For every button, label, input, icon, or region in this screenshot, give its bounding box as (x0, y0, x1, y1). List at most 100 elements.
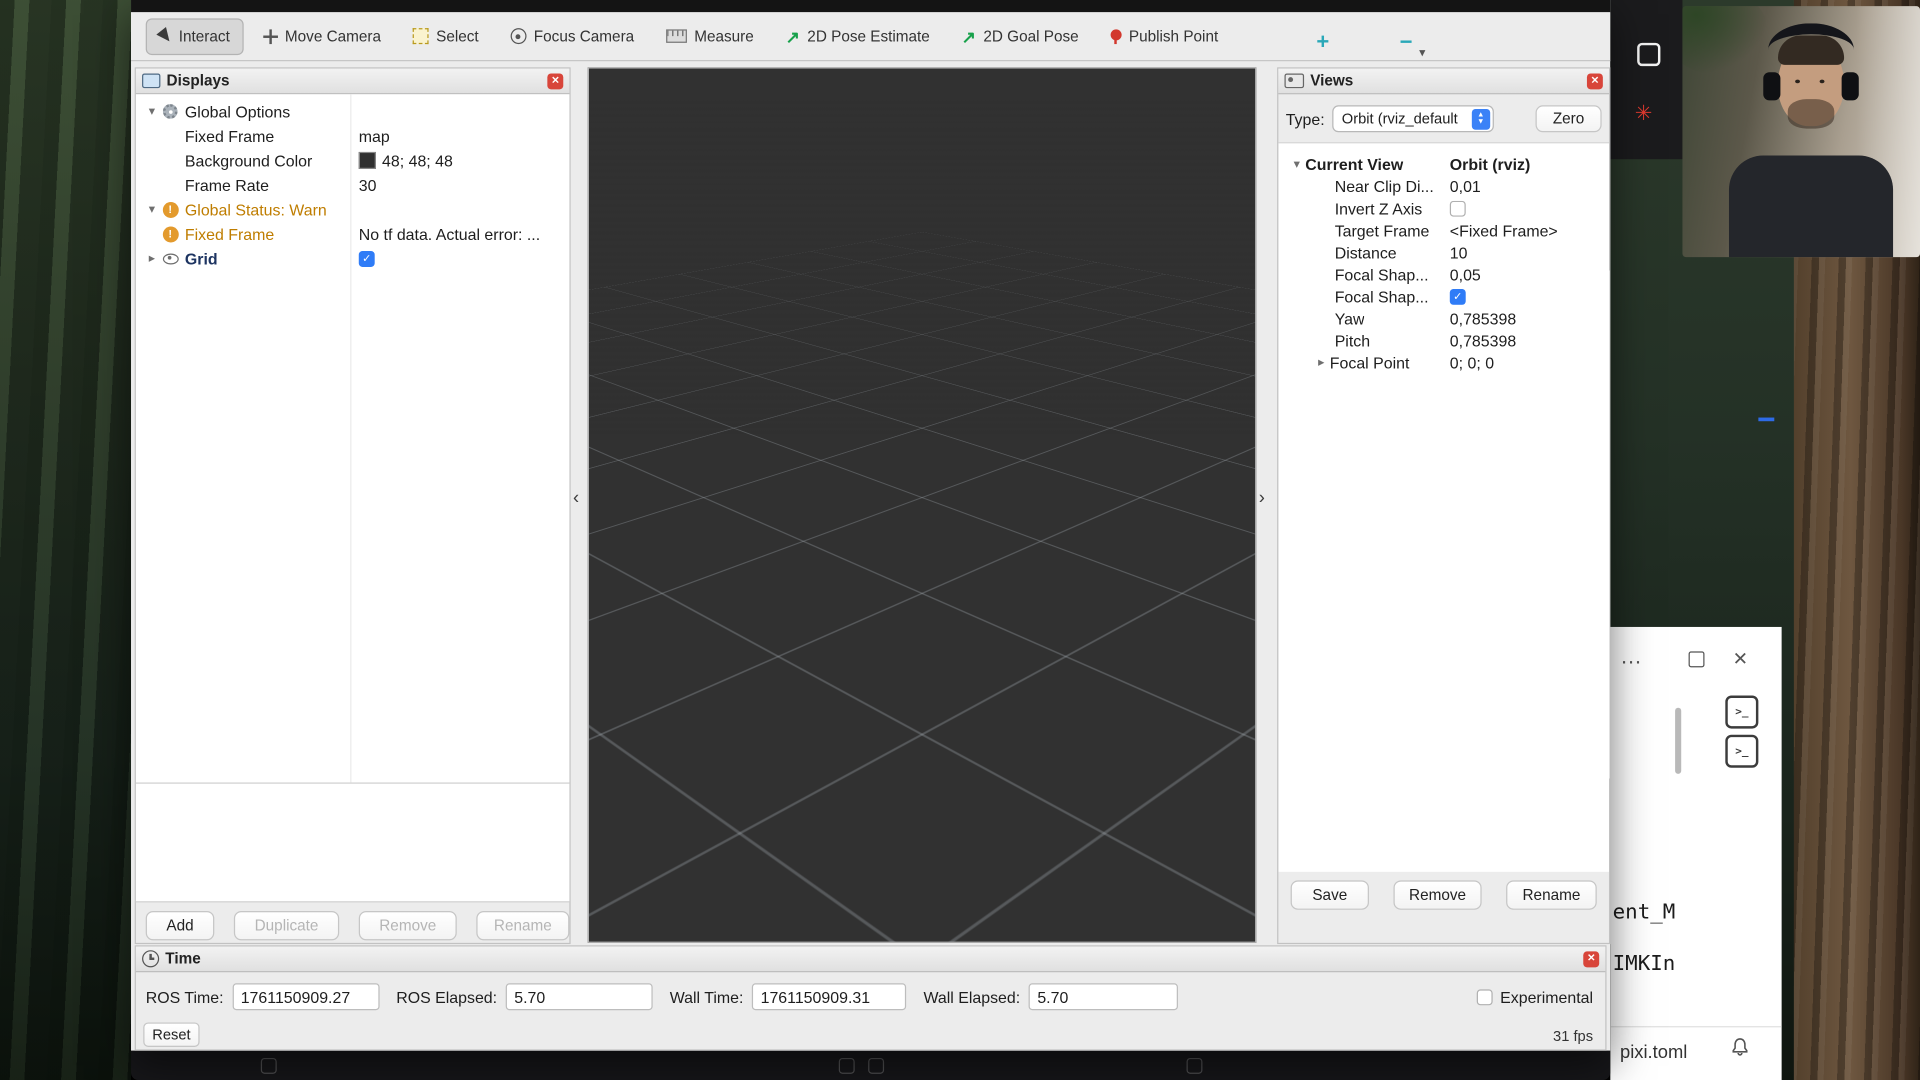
add-tool-button[interactable]: + (1316, 29, 1329, 55)
field-label: ROS Time: (146, 988, 224, 1006)
tree-row-background-color[interactable]: Background Color 48; 48; 48 (136, 148, 569, 172)
row-label: Global Status: Warn (185, 200, 327, 218)
toolbar-overflow-chevron-icon[interactable]: ▾ (1419, 47, 1425, 60)
chevron-down-icon[interactable]: ▾ (1288, 157, 1305, 170)
color-swatch[interactable] (359, 152, 376, 169)
tool-focus-camera[interactable]: Focus Camera (498, 19, 646, 53)
view-type-select[interactable]: Orbit (rviz_default ▲▼ (1332, 105, 1494, 132)
scrollbar-thumb[interactable] (1675, 708, 1681, 774)
duplicate-button[interactable]: Duplicate (234, 911, 339, 940)
view-row-distance[interactable]: Distance 10 (1278, 241, 1609, 263)
red-asterisk-icon[interactable]: ✳ (1635, 103, 1652, 124)
row-value: Orbit (rviz) (1450, 155, 1530, 173)
view-row-near-clip[interactable]: Near Clip Di... 0,01 (1278, 175, 1609, 197)
tool-move-camera[interactable]: Move Camera (251, 19, 394, 53)
row-value[interactable]: 0; 0; 0 (1450, 353, 1494, 371)
displays-panel-header[interactable]: Displays ✕ (136, 69, 569, 95)
row-value[interactable]: 48; 48; 48 (382, 151, 453, 169)
chevron-right-icon[interactable]: ▸ (143, 252, 160, 265)
tree-row-fixed-frame[interactable]: Fixed Frame map (136, 124, 569, 148)
displays-buttons: Add Duplicate Remove Rename (136, 902, 569, 940)
select-stepper-icon: ▲▼ (1472, 108, 1490, 129)
row-value[interactable]: 0,785398 (1450, 331, 1516, 349)
focal-shape-checkbox[interactable]: ✓ (1450, 288, 1466, 304)
panel-title: Time (165, 950, 200, 967)
grid-enabled-checkbox[interactable]: ✓ (359, 250, 375, 266)
display-description-area (136, 782, 569, 902)
reset-button[interactable]: Reset (143, 1022, 199, 1046)
add-button[interactable]: Add (146, 911, 215, 940)
view-row-invert-z[interactable]: Invert Z Axis (1278, 197, 1609, 219)
tool-publish-point[interactable]: Publish Point (1098, 19, 1230, 53)
bell-icon[interactable] (1730, 1037, 1750, 1063)
row-value[interactable]: map (359, 127, 390, 145)
experimental-checkbox[interactable] (1477, 989, 1493, 1005)
stage: ✳ … ✕ >_ >_ ent_M IMKIn (0, 0, 1920, 1080)
displays-tree: ▾ Global Options Fixed Frame map (136, 94, 569, 782)
experimental-label: Experimental (1500, 988, 1593, 1006)
remove-button[interactable]: Remove (359, 911, 457, 940)
row-value[interactable]: 10 (1450, 243, 1468, 261)
row-value[interactable]: <Fixed Frame> (1450, 221, 1558, 239)
window-titlebar[interactable] (131, 0, 1610, 12)
close-panel-button[interactable]: ✕ (1583, 951, 1599, 967)
views-panel-header[interactable]: Views ✕ (1278, 69, 1609, 95)
save-button[interactable]: Save (1291, 880, 1369, 909)
row-value: No tf data. Actual error: ... (359, 225, 540, 243)
view-row-focal-shape-fixed[interactable]: Focal Shap... ✓ (1278, 285, 1609, 307)
remove-tool-button[interactable]: − (1400, 29, 1413, 55)
view-row-yaw[interactable]: Yaw 0,785398 (1278, 307, 1609, 329)
tree-row-grid[interactable]: ▸ Grid ✓ (136, 246, 569, 270)
warning-icon: ! (160, 226, 180, 242)
time-panel-header[interactable]: Time ✕ (136, 947, 1605, 973)
tool-select[interactable]: Select (401, 19, 491, 53)
chevron-down-icon[interactable]: ▾ (143, 105, 160, 118)
close-icon[interactable]: ✕ (1733, 648, 1748, 670)
collapse-right-panel-arrow[interactable]: › (1259, 487, 1265, 508)
tree-row-fixed-frame-warning[interactable]: ! Fixed Frame No tf data. Actual error: … (136, 222, 569, 246)
wall-elapsed-field[interactable]: 5.70 (1029, 983, 1178, 1010)
view-row-focal-shape-size[interactable]: Focal Shap... 0,05 (1278, 263, 1609, 285)
row-value[interactable]: 30 (359, 176, 377, 194)
more-options-icon[interactable]: … (1620, 644, 1643, 670)
collapse-left-panel-arrow[interactable]: ‹ (573, 487, 579, 508)
terminal-button[interactable]: >_ (1725, 735, 1758, 768)
view-row-current-view[interactable]: ▾ Current View Orbit (rviz) (1278, 153, 1609, 175)
row-value[interactable]: 0,01 (1450, 177, 1481, 195)
window-app-icon[interactable] (1637, 43, 1660, 66)
clock-icon (142, 950, 159, 967)
expand-icon[interactable] (1689, 651, 1705, 667)
view-row-target-frame[interactable]: Target Frame <Fixed Frame> (1278, 219, 1609, 241)
row-value[interactable]: 0,785398 (1450, 309, 1516, 327)
zero-button[interactable]: Zero (1536, 105, 1602, 132)
close-panel-button[interactable]: ✕ (547, 73, 563, 89)
chevron-down-icon[interactable]: ▾ (143, 203, 160, 216)
tool-2d-goal-pose[interactable]: ↗ 2D Goal Pose (949, 19, 1091, 53)
tool-measure[interactable]: Measure (654, 19, 766, 53)
remove-button[interactable]: Remove (1393, 880, 1481, 909)
render-viewport-3d[interactable] (588, 67, 1257, 943)
view-row-focal-point[interactable]: ▸ Focal Point 0; 0; 0 (1278, 351, 1609, 373)
row-label: Fixed Frame (185, 127, 274, 145)
tool-label: Focus Camera (534, 28, 634, 45)
rename-button[interactable]: Rename (1506, 880, 1597, 909)
rename-button[interactable]: Rename (476, 911, 569, 940)
file-tab-row[interactable]: pixi.toml (1610, 1026, 1781, 1080)
view-row-pitch[interactable]: Pitch 0,785398 (1278, 329, 1609, 351)
tree-row-global-options[interactable]: ▾ Global Options (136, 99, 569, 123)
invert-z-checkbox[interactable] (1450, 200, 1466, 216)
close-panel-button[interactable]: ✕ (1587, 73, 1603, 89)
ros-time-field[interactable]: 1761150909.27 (232, 983, 379, 1010)
tool-label: Move Camera (285, 28, 381, 45)
webcam-overlay[interactable] (1682, 6, 1920, 257)
tree-row-frame-rate[interactable]: Frame Rate 30 (136, 173, 569, 197)
row-value[interactable]: 0,05 (1450, 265, 1481, 283)
tree-row-global-status[interactable]: ▾ ! Global Status: Warn (136, 197, 569, 221)
tool-interact[interactable]: Interact (146, 18, 244, 55)
wall-time-field[interactable]: 1761150909.31 (752, 983, 906, 1010)
chevron-right-icon[interactable]: ▸ (1313, 356, 1330, 369)
tool-2d-pose-estimate[interactable]: ↗ 2D Pose Estimate (773, 19, 942, 53)
terminal-button[interactable]: >_ (1725, 696, 1758, 729)
ros-elapsed-field[interactable]: 5.70 (506, 983, 653, 1010)
terminal-text-line: ent_M (1613, 900, 1676, 924)
